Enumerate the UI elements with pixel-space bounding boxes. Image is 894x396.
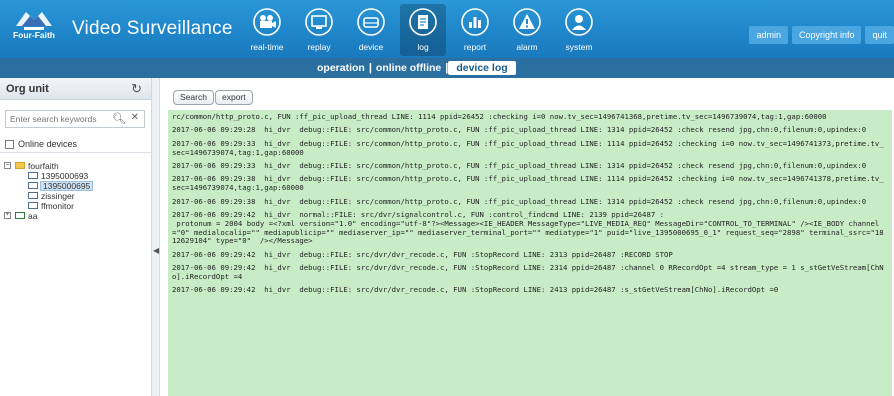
sidebar-header: Org unit ↻ [0, 78, 151, 100]
nav-label: alarm [516, 42, 538, 52]
device-icon [28, 192, 38, 199]
monitor-icon [305, 8, 333, 36]
nav-replay[interactable]: replay [296, 4, 342, 56]
clear-icon[interactable]: ✕ [131, 112, 139, 123]
user-icon [565, 8, 593, 36]
tree-node-label[interactable]: zissinger [41, 191, 75, 201]
nav-label: system [565, 42, 593, 52]
user-button[interactable]: admin [749, 26, 788, 44]
camera-icon [253, 8, 281, 36]
log-entry: 2017-06-06 09:29:33 hi_dvr debug::FILE: … [172, 160, 867, 170]
log-entry: 2017-06-06 09:29:42 hi_dvr debug::FILE: … [172, 263, 884, 281]
collapse-icon[interactable]: − [4, 162, 11, 169]
device-icon [28, 202, 38, 209]
app-title: Video Surveillance [72, 18, 233, 39]
org-sidebar: Org unit ↻ 🔍︎ ✕ Online devices − fourfai… [0, 78, 152, 396]
main-nav: real-time replay device log report alarm… [244, 4, 608, 56]
chevron-left-icon[interactable]: ◀ [153, 246, 159, 255]
top-right-links: admin Copyright info quit [745, 26, 894, 44]
nav-label: device [358, 42, 384, 52]
log-entry: 2017-06-06 09:29:33 hi_dvr debug::FILE: … [172, 138, 884, 157]
quit-button[interactable]: quit [865, 26, 894, 44]
sidebar-collapse-handle[interactable]: ◀ [152, 78, 160, 396]
nav-label: replay [307, 42, 331, 52]
tree-node-label[interactable]: ffmonitor [41, 201, 74, 211]
tree-node-label[interactable]: 1395000695 [40, 181, 94, 191]
sub-nav: operation | online offline | device log [0, 58, 894, 78]
tab-online-offline[interactable]: online offline [372, 62, 445, 74]
log-entry: 2017-06-06 09:29:42 hi_dvr debug::FILE: … [172, 285, 779, 295]
log-entry: 2017-06-06 09:29:42 hi_dvr debug::FILE: … [172, 249, 673, 259]
org-search-box: 🔍︎ ✕ [5, 110, 145, 128]
device-log-list[interactable]: rc/common/http_proto.c, FUN :ff_pic_uplo… [168, 110, 892, 396]
nav-label: real-time [250, 42, 284, 52]
tab-device-log[interactable]: device log [448, 61, 516, 75]
nav-label: report [463, 42, 487, 52]
group-icon [15, 212, 25, 219]
main-panel: Search export rc/common/http_proto.c, FU… [161, 78, 894, 396]
warning-icon [513, 8, 541, 36]
tree-node-label[interactable]: aa [28, 211, 37, 221]
tab-operation[interactable]: operation [313, 62, 369, 74]
sidebar-title: Org unit [6, 83, 49, 95]
tree-node-label[interactable]: 1395000693 [41, 171, 88, 181]
nav-real-time[interactable]: real-time [244, 4, 290, 56]
nav-label: log [417, 42, 429, 52]
bar-chart-icon [461, 8, 489, 36]
four-faith-logo: Four-Faith [4, 6, 64, 50]
refresh-icon[interactable]: ↻ [131, 81, 142, 97]
org-search-input[interactable] [6, 111, 106, 127]
log-entry: rc/common/http_proto.c, FUN :ff_pic_uplo… [172, 112, 827, 121]
device-icon [28, 182, 38, 189]
copyright-info-button[interactable]: Copyright info [791, 26, 862, 44]
nav-report[interactable]: report [452, 4, 498, 56]
search-icon[interactable]: 🔍︎ [112, 112, 126, 125]
device-icon [28, 172, 38, 179]
nav-log[interactable]: log [400, 4, 446, 56]
expand-icon[interactable]: + [4, 212, 11, 219]
nav-device[interactable]: device [348, 4, 394, 56]
logo-mark-icon [16, 12, 52, 30]
log-entry: 2017-06-06 09:29:28 hi_dvr debug::FILE: … [172, 125, 867, 135]
online-devices-label: Online devices [18, 139, 78, 149]
online-devices-checkbox[interactable] [5, 139, 14, 149]
log-entry: 2017-06-06 09:29:42 hi_dvr normal::FILE:… [172, 209, 884, 246]
folder-icon [15, 162, 25, 169]
search-button[interactable]: Search [173, 90, 214, 105]
divider [0, 152, 151, 153]
brand-name: Four-Faith [12, 30, 56, 40]
export-button[interactable]: export [215, 90, 253, 105]
online-devices-toggle[interactable]: Online devices [5, 139, 77, 149]
nav-alarm[interactable]: alarm [504, 4, 550, 56]
nav-system[interactable]: system [556, 4, 602, 56]
log-entry: 2017-06-06 09:29:38 hi_dvr debug::FILE: … [172, 174, 884, 193]
hard-drive-icon [357, 8, 385, 36]
log-file-icon [409, 8, 437, 36]
log-entry: 2017-06-06 09:29:38 hi_dvr debug::FILE: … [172, 196, 867, 206]
app-header: Four-Faith Video Surveillance real-time … [0, 0, 894, 58]
tree-node-label[interactable]: fourfaith [28, 161, 59, 171]
